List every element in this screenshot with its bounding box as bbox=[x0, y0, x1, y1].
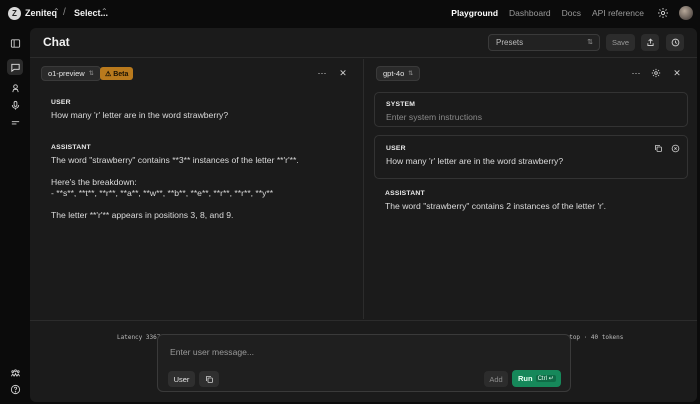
model-name: o1-preview bbox=[48, 69, 85, 78]
model-select-right[interactable]: gpt-4o ⇅ bbox=[376, 66, 421, 81]
user-avatar[interactable] bbox=[679, 6, 693, 20]
message-text[interactable]: How many 'r' letter are in the word stra… bbox=[386, 156, 563, 167]
role-toggle-button[interactable]: User bbox=[168, 371, 195, 387]
nav-link-dashboard[interactable]: Dashboard bbox=[509, 8, 551, 18]
message-role: USER bbox=[51, 99, 71, 106]
more-icon[interactable]: ⋯ bbox=[630, 67, 642, 79]
more-icon[interactable]: ⋯ bbox=[316, 67, 328, 79]
help-icon[interactable] bbox=[7, 381, 23, 397]
compare-panel-left: o1-preview ⇅ ⚠ Beta ⋯ ✕ USER How many 'r… bbox=[30, 59, 364, 341]
share-icon[interactable] bbox=[641, 34, 659, 51]
compare-panel-right: gpt-4o ⇅ ⋯ ✕ SYSTEM Enter system instruc… bbox=[365, 59, 697, 341]
message-line[interactable]: - **s**, **t**, **r**, **a**, **w**, **b… bbox=[51, 188, 356, 199]
left-rail bbox=[0, 28, 30, 404]
beta-badge: ⚠ Beta bbox=[100, 67, 134, 80]
microphone-icon[interactable] bbox=[7, 97, 23, 113]
message-role: ASSISTANT bbox=[385, 190, 425, 197]
main-header: Chat Presets ⇅ Save bbox=[30, 28, 697, 58]
model-select-left[interactable]: o1-preview ⇅ bbox=[41, 66, 101, 81]
save-button[interactable]: Save bbox=[606, 34, 635, 51]
presets-label: Presets bbox=[496, 38, 524, 47]
message-line bbox=[51, 166, 356, 177]
chat-icon[interactable] bbox=[7, 59, 23, 75]
message-line[interactable]: The word "strawberry" contains **3** ins… bbox=[51, 155, 356, 166]
message-line[interactable]: The letter **'r'** appears in positions … bbox=[51, 210, 356, 221]
project-chevron-icon[interactable]: ⌃ bbox=[101, 7, 108, 16]
message-assistant: ASSISTANT The word "strawberry" contains… bbox=[385, 190, 606, 212]
composer: Enter user message... User Add Run Ctrl … bbox=[157, 334, 571, 392]
sidebar-toggle-icon[interactable] bbox=[7, 35, 23, 51]
completions-icon[interactable] bbox=[7, 115, 23, 131]
run-button[interactable]: Run Ctrl ↵ bbox=[512, 370, 561, 387]
gear-icon[interactable] bbox=[650, 67, 662, 79]
run-shortcut: Ctrl ↵ bbox=[535, 375, 556, 382]
presets-select[interactable]: Presets ⇅ bbox=[488, 34, 600, 51]
cookbook-icon[interactable] bbox=[7, 365, 23, 381]
run-label: Run bbox=[518, 374, 533, 383]
message-role: USER bbox=[386, 145, 406, 152]
message-role: SYSTEM bbox=[386, 101, 416, 108]
user-message-input[interactable]: Enter user message... bbox=[170, 347, 254, 357]
page-title: Chat bbox=[43, 35, 70, 49]
composer-zone: Enter user message... User Add Run Ctrl … bbox=[30, 320, 697, 402]
copy-icon[interactable] bbox=[654, 144, 663, 155]
nav-links: Playground Dashboard Docs API reference bbox=[451, 8, 644, 18]
attach-image-button[interactable] bbox=[199, 371, 219, 387]
gear-icon[interactable] bbox=[657, 7, 669, 19]
close-icon[interactable]: ✕ bbox=[337, 67, 349, 79]
system-instructions-input[interactable]: Enter system instructions bbox=[386, 112, 482, 123]
main-area: Chat Presets ⇅ Save o1-preview ⇅ ⚠ Beta … bbox=[30, 28, 697, 402]
user-message-box[interactable]: USER How many 'r' letter are in the word… bbox=[374, 135, 688, 179]
chevron-updown-icon: ⇅ bbox=[587, 39, 593, 46]
chevron-updown-icon: ⇅ bbox=[408, 71, 414, 77]
model-name: gpt-4o bbox=[383, 69, 405, 78]
org-chevron-icon[interactable]: ⌃ bbox=[53, 7, 60, 16]
add-button[interactable]: Add bbox=[484, 371, 508, 387]
nav-link-playground[interactable]: Playground bbox=[451, 8, 498, 18]
message-role: ASSISTANT bbox=[51, 144, 91, 151]
system-message-box[interactable]: SYSTEM Enter system instructions bbox=[374, 92, 688, 127]
close-icon[interactable]: ✕ bbox=[671, 67, 683, 79]
message-user: USER How many 'r' letter are in the word… bbox=[51, 99, 228, 121]
org-avatar[interactable]: Z bbox=[8, 7, 21, 20]
image-icon bbox=[205, 375, 213, 383]
chevron-updown-icon: ⇅ bbox=[88, 71, 94, 77]
nav-link-api-reference[interactable]: API reference bbox=[592, 8, 644, 18]
message-line[interactable]: Here's the breakdown: bbox=[51, 177, 356, 188]
message-text[interactable]: The word "strawberry" contains 2 instanc… bbox=[385, 201, 606, 212]
top-nav: Z Zeniteq ⌃ / Select... ⌃ Playground Das… bbox=[0, 0, 700, 28]
message-text[interactable]: How many 'r' letter are in the word stra… bbox=[51, 110, 228, 121]
assistants-icon[interactable] bbox=[7, 80, 23, 96]
breadcrumb-separator: / bbox=[63, 7, 66, 18]
nav-link-docs[interactable]: Docs bbox=[562, 8, 581, 18]
message-assistant: ASSISTANT The word "strawberry" contains… bbox=[51, 144, 356, 221]
remove-icon[interactable] bbox=[671, 144, 680, 155]
history-icon[interactable] bbox=[666, 34, 684, 51]
message-line bbox=[51, 199, 356, 210]
